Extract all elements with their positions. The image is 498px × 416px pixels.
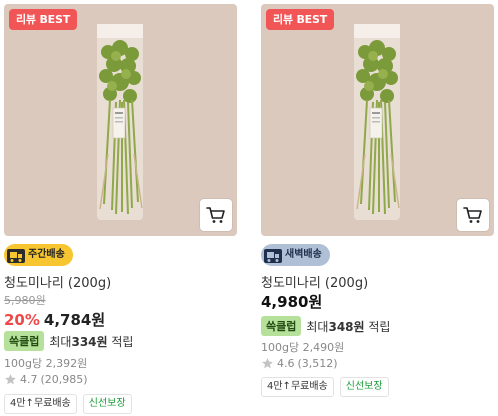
delivery-type-badge: 주간배송	[4, 244, 73, 266]
free-shipping-tag: 4만↑무료배송	[261, 377, 334, 397]
sale-price-row: 20% 4,784원	[4, 309, 105, 330]
ssg-club-badge: 쓱클럽	[4, 331, 45, 351]
benefit-tags: 4만↑무료배송 신선보장	[261, 377, 395, 397]
fresh-guarantee-tag: 신선보장	[82, 394, 132, 414]
delivery-truck-icon	[264, 249, 282, 263]
reward-amount: 334원	[71, 334, 108, 349]
benefit-tags: 4만↑무료배송 신선보장	[4, 394, 138, 414]
product-image[interactable]: 리뷰 BEST	[261, 4, 494, 236]
shopping-cart-icon	[206, 207, 225, 223]
ssg-club-badge: 쓱클럽	[261, 316, 302, 336]
reward-prefix: 최대	[49, 334, 72, 349]
product-image[interactable]: 리뷰 BEST	[4, 4, 237, 236]
product-title[interactable]: 청도미나리 (200g)	[4, 272, 111, 291]
free-shipping-tag: 4만↑무료배송	[4, 394, 77, 414]
reward-prefix: 최대	[306, 319, 329, 334]
delivery-type-badge: 새벽배송	[261, 244, 330, 266]
review-best-badge: 리뷰 BEST	[266, 9, 334, 30]
sale-price: 4,980원	[261, 293, 323, 311]
product-card[interactable]: 리뷰 BEST 새벽배송 청도미나리 (200g) 4,980원 쓱클럽 최대 3…	[261, 4, 494, 414]
add-to-cart-button[interactable]	[457, 199, 489, 231]
unit-price: 100g당 2,490원	[261, 341, 345, 354]
reward-amount: 348원	[328, 319, 365, 334]
rating-value: 4.7	[20, 373, 38, 386]
shopping-cart-icon	[463, 207, 482, 223]
sale-price: 4,784원	[43, 311, 106, 329]
add-to-cart-button[interactable]	[200, 199, 232, 231]
original-price: 5,980원	[4, 294, 46, 307]
review-count: (3,512)	[297, 357, 338, 370]
product-card[interactable]: 리뷰 BEST 주간배송 청도미나리 (200g) 5,980원 20% 4,78…	[4, 4, 237, 414]
rating-value: 4.6	[277, 357, 295, 370]
delivery-truck-icon	[7, 249, 25, 263]
discount-rate: 20%	[4, 311, 40, 329]
rating: 4.7 (20,985)	[4, 373, 88, 386]
delivery-type-label: 주간배송	[28, 249, 65, 260]
reward-row: 쓱클럽 최대 348원 적립	[261, 316, 390, 336]
unit-price: 100g당 2,392원	[4, 357, 88, 370]
star-icon	[262, 358, 273, 369]
review-count: (20,985)	[40, 373, 88, 386]
review-best-badge: 리뷰 BEST	[9, 9, 77, 30]
reward-row: 쓱클럽 최대 334원 적립	[4, 331, 133, 351]
fresh-guarantee-tag: 신선보장	[339, 377, 389, 397]
delivery-type-label: 새벽배송	[285, 249, 322, 260]
star-icon	[5, 374, 16, 385]
reward-suffix: 적립	[111, 334, 134, 349]
rating: 4.6 (3,512)	[261, 357, 338, 370]
product-title[interactable]: 청도미나리 (200g)	[261, 272, 368, 291]
reward-suffix: 적립	[368, 319, 391, 334]
